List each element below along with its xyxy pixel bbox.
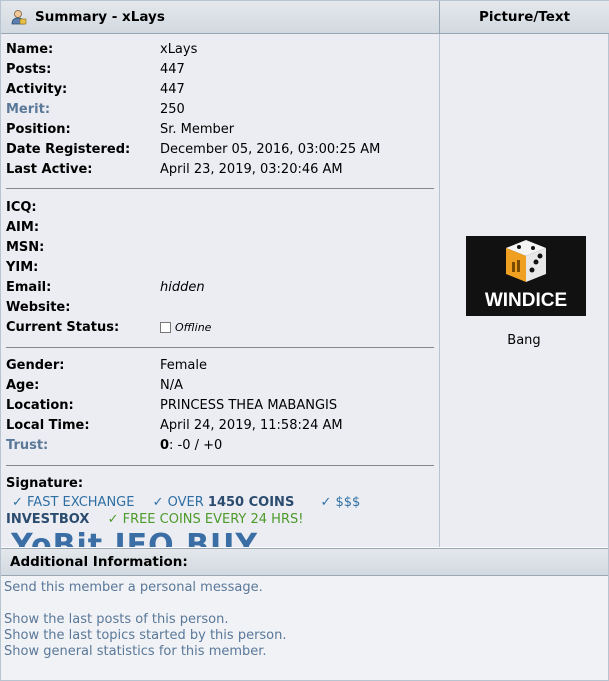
status-text: Offline	[175, 321, 212, 334]
additional-info-panel: Send this member a personal message. Sho…	[1, 576, 608, 680]
trust-score: 0	[160, 438, 170, 453]
age-value: N/A	[160, 378, 183, 393]
signature-banner-cut[interactable]: YoBit IEO BUY	[11, 531, 411, 547]
send-pm-link[interactable]: Send this member a personal message.	[4, 580, 263, 595]
additional-info-header: Additional Information:	[1, 548, 608, 576]
name-value: xLays	[160, 42, 198, 57]
trust-link[interactable]: Trust:	[6, 436, 48, 456]
signature-banner-text: YoBit IEO BUY	[11, 531, 258, 547]
last-active-label: Last Active:	[6, 162, 93, 177]
age-label: Age:	[6, 378, 40, 393]
signature-fast-exchange[interactable]: ✓ FAST EXCHANGE	[12, 495, 134, 510]
email-label: Email:	[6, 280, 52, 295]
summary-title: Summary - xLays	[35, 9, 165, 25]
signature-investbox[interactable]: INVESTBOX	[6, 512, 89, 527]
signature-over-coins[interactable]: ✓ OVER 1450 COINS	[153, 495, 295, 510]
local-time-label: Local Time:	[6, 418, 90, 433]
website-label: Website:	[6, 300, 71, 315]
merit-link[interactable]: Merit:	[6, 100, 50, 120]
merit-value: 250	[160, 102, 185, 117]
last-posts-link[interactable]: Show the last posts of this person.	[4, 612, 228, 627]
profile-container: Summary - xLays Picture/Text Name: xLays…	[0, 0, 609, 681]
additional-info-title: Additional Information:	[10, 554, 188, 570]
date-registered-value: December 05, 2016, 03:00:25 AM	[160, 142, 381, 157]
stats-link[interactable]: Show general statistics for this member.	[4, 644, 267, 659]
position-value: Sr. Member	[160, 122, 235, 137]
gender-value: Female	[160, 358, 208, 373]
date-registered-label: Date Registered:	[6, 142, 131, 157]
last-active-value: April 23, 2019, 03:20:46 AM	[160, 162, 343, 177]
yim-label: YIM:	[6, 260, 39, 275]
signature-dollars[interactable]: ✓ $$$	[320, 495, 360, 510]
picture-panel: WINDICE Bang	[440, 34, 608, 547]
signature-coins-count: 1450 COINS	[207, 495, 295, 510]
activity-value: 447	[160, 82, 185, 97]
offline-checkbox-icon	[160, 322, 171, 333]
signature-free-coins[interactable]: ✓ FREE COINS EVERY 24 HRS!	[108, 512, 304, 527]
divider	[6, 188, 434, 189]
local-time-value: April 24, 2019, 11:58:24 AM	[160, 418, 343, 433]
location-label: Location:	[6, 398, 74, 413]
divider	[6, 465, 434, 466]
signature-line-1[interactable]: ✓ FAST EXCHANGE ✓ OVER 1450 COINS ✓ $$$	[6, 495, 360, 510]
position-label: Position:	[6, 122, 71, 137]
user-icon	[11, 10, 27, 25]
current-status-label: Current Status:	[6, 320, 120, 335]
posts-label: Posts:	[6, 62, 52, 77]
email-value: hidden	[160, 280, 205, 295]
signature-line-2[interactable]: INVESTBOX ✓ FREE COINS EVERY 24 HRS!	[6, 512, 303, 527]
divider	[6, 347, 434, 348]
picture-header: Picture/Text	[440, 1, 609, 34]
last-topics-link[interactable]: Show the last topics started by this per…	[4, 628, 287, 643]
dice-icon	[506, 240, 546, 282]
location-value: PRINCESS THEA MABANGIS	[160, 398, 338, 413]
signature-over-text: ✓ OVER	[152, 495, 208, 510]
avatar-text: WINDICE	[484, 290, 568, 311]
gender-label: Gender:	[6, 358, 65, 373]
current-status-value: Offline	[160, 318, 211, 338]
signature-label: Signature:	[6, 476, 84, 491]
personal-text: Bang	[507, 333, 541, 348]
aim-label: AIM:	[6, 220, 40, 235]
trust-value: 0: -0 / +0	[160, 436, 222, 456]
icq-label: ICQ:	[6, 200, 37, 215]
avatar: WINDICE	[466, 236, 586, 316]
posts-value: 447	[160, 62, 185, 77]
name-label: Name:	[6, 42, 54, 57]
summary-panel: Name: xLays Posts: 447 Activity: 447 Mer…	[1, 34, 440, 547]
activity-label: Activity:	[6, 82, 68, 97]
trust-detail: : -0 / +0	[169, 438, 223, 453]
msn-label: MSN:	[6, 240, 45, 255]
summary-header: Summary - xLays	[1, 1, 440, 34]
